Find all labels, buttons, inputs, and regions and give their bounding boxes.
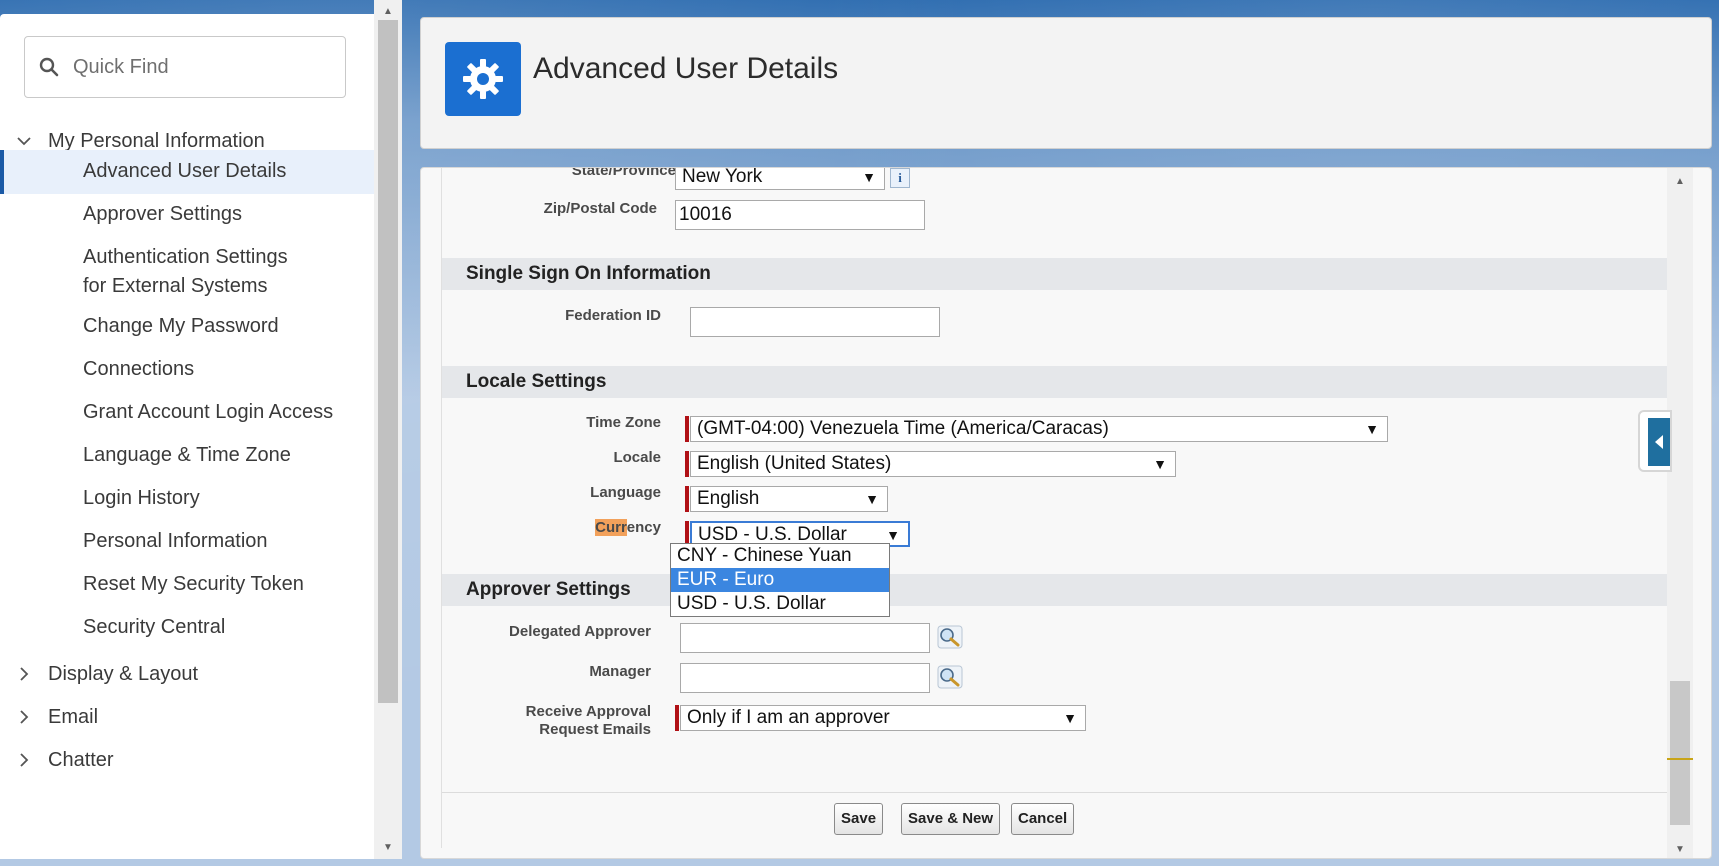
quick-find-input[interactable] — [71, 54, 325, 80]
receive-approval-label: Receive Approval Request Emails — [525, 703, 651, 738]
sidebar-item-label: Security Central — [83, 616, 226, 638]
sidebar-item-label: Change My Password — [83, 315, 279, 337]
manager-input[interactable] — [680, 663, 930, 693]
dropdown-option-selected[interactable]: EUR - Euro — [671, 568, 889, 592]
side-panel-toggle[interactable] — [1638, 410, 1672, 472]
lookup-icon[interactable] — [937, 625, 963, 649]
section-label: Chatter — [48, 748, 114, 771]
receive-approval-select[interactable]: Only if I am an approver ▼ — [680, 705, 1086, 731]
sidebar-item-connections[interactable]: Connections — [4, 355, 374, 384]
section-header-locale: Locale Settings — [442, 366, 1668, 398]
search-icon — [39, 57, 59, 77]
detail-form-card: State/Province New York ▼ i Zip/Postal Co… — [420, 167, 1712, 859]
dropdown-arrow-icon: ▼ — [1153, 456, 1167, 472]
dropdown-arrow-icon: ▼ — [862, 169, 876, 185]
section-header-approver: Approver Settings — [442, 574, 1668, 606]
state-label: State/Province — [571, 167, 676, 179]
required-indicator — [675, 705, 679, 731]
sidebar-item-login-history[interactable]: Login History — [4, 484, 374, 513]
chevron-down-icon — [17, 137, 31, 146]
sidebar-scrollbar[interactable]: ▲ ▼ — [374, 0, 402, 859]
sidebar-item-label: Login History — [83, 487, 200, 509]
delegated-approver-input[interactable] — [680, 623, 930, 653]
save-and-new-button[interactable]: Save & New — [901, 803, 1001, 835]
header-icon-box — [445, 42, 521, 116]
sidebar-item-advanced-user-details[interactable]: Advanced User Details — [0, 150, 374, 194]
section-email[interactable]: Email — [0, 695, 374, 739]
sidebar-item-reset-security-token[interactable]: Reset My Security Token — [4, 570, 374, 599]
chevron-right-icon — [20, 667, 29, 681]
page-title: Advanced User Details — [533, 52, 839, 85]
section-header-sso: Single Sign On Information — [442, 258, 1668, 290]
sidebar-item-change-my-password[interactable]: Change My Password — [4, 312, 374, 341]
required-indicator — [685, 416, 689, 442]
search-highlight: Curr — [595, 519, 627, 536]
dropdown-arrow-icon: ▼ — [1365, 421, 1379, 437]
sidebar-item-grant-account-login-access[interactable]: Grant Account Login Access — [4, 398, 374, 427]
scroll-find-marker — [1667, 758, 1693, 760]
sidebar-item-label: Personal Information — [83, 530, 268, 552]
manager-label: Manager — [589, 663, 651, 680]
scroll-down-arrow[interactable]: ▼ — [1667, 840, 1693, 858]
locale-select[interactable]: English (United States) ▼ — [690, 451, 1176, 477]
form-area: State/Province New York ▼ i Zip/Postal Co… — [441, 168, 1668, 848]
dropdown-option[interactable]: CNY - Chinese Yuan — [671, 544, 889, 568]
sidebar-scroll-thumb[interactable] — [378, 20, 398, 703]
sidebar-item-approver-settings[interactable]: Approver Settings — [4, 200, 374, 229]
language-select[interactable]: English ▼ — [690, 486, 888, 512]
lookup-icon[interactable] — [937, 665, 963, 689]
sidebar-item-label: Authentication Settings for External Sys… — [83, 246, 288, 297]
page-header: Advanced User Details — [420, 17, 1712, 149]
sidebar-item-label: Approver Settings — [83, 203, 242, 225]
section-label: Display & Layout — [48, 662, 199, 685]
sidebar-item-label: Connections — [83, 358, 195, 380]
sidebar-item-security-central[interactable]: Security Central — [4, 613, 374, 642]
cancel-button[interactable]: Cancel — [1011, 803, 1075, 835]
required-indicator — [685, 486, 689, 512]
required-indicator — [685, 451, 689, 477]
save-button[interactable]: Save — [834, 803, 884, 835]
zip-input[interactable]: 10016 — [675, 200, 925, 230]
federation-id-input[interactable] — [690, 307, 940, 337]
info-icon[interactable]: i — [890, 168, 910, 188]
content-scrollbar[interactable]: ▲ ▼ — [1667, 168, 1693, 858]
button-row-divider — [442, 792, 1668, 793]
caret-left-icon — [1655, 435, 1663, 449]
language-label: Language — [590, 484, 661, 501]
sidebar-item-label: Language & Time Zone — [83, 444, 291, 466]
state-select[interactable]: New York ▼ — [675, 168, 885, 190]
currency-dropdown-list[interactable]: CNY - Chinese Yuan EUR - Euro USD - U.S.… — [670, 543, 890, 617]
section-display-layout[interactable]: Display & Layout — [0, 652, 374, 696]
section-chatter[interactable]: Chatter — [0, 738, 374, 782]
scroll-down-arrow[interactable]: ▼ — [374, 838, 402, 856]
sidebar-item-label: Grant Account Login Access — [83, 401, 334, 423]
section-label: Email — [48, 705, 99, 728]
scroll-up-arrow[interactable]: ▲ — [374, 2, 402, 20]
time-zone-label: Time Zone — [586, 414, 661, 431]
sidebar-item-label: Advanced User Details — [83, 160, 287, 182]
zip-label: Zip/Postal Code — [543, 200, 657, 217]
sidebar-item-label: Reset My Security Token — [83, 573, 304, 595]
sidebar-item-language-time-zone[interactable]: Language & Time Zone — [4, 441, 374, 470]
quick-find-box[interactable] — [24, 36, 346, 98]
scroll-up-arrow[interactable]: ▲ — [1667, 172, 1693, 190]
chevron-right-icon — [20, 753, 29, 767]
chevron-right-icon — [20, 710, 29, 724]
locale-label: Locale — [613, 449, 661, 466]
content-scroll-thumb[interactable] — [1670, 681, 1690, 825]
dropdown-arrow-icon: ▼ — [865, 491, 879, 507]
dropdown-arrow-icon: ▼ — [1063, 710, 1077, 726]
sidebar-item-personal-information[interactable]: Personal Information — [4, 527, 374, 556]
federation-id-label: Federation ID — [565, 307, 661, 324]
delegated-approver-label: Delegated Approver — [509, 623, 651, 640]
setup-sidebar: My Personal Information Advanced User De… — [0, 14, 376, 859]
currency-label: Currency — [595, 519, 661, 536]
gear-icon — [463, 59, 503, 99]
sidebar-item-authentication-settings[interactable]: Authentication Settings for External Sys… — [4, 243, 304, 301]
time-zone-select[interactable]: (GMT-04:00) Venezuela Time (America/Cara… — [690, 416, 1388, 442]
dropdown-option[interactable]: USD - U.S. Dollar — [671, 592, 889, 616]
